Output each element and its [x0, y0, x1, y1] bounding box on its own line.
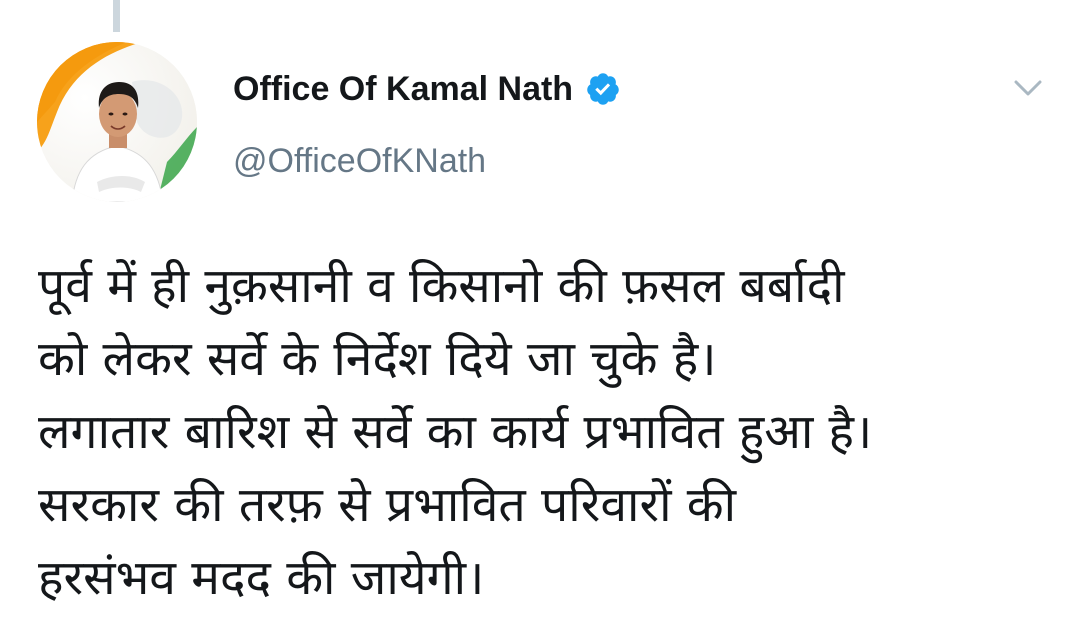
tweet-text-line: लगातार बारिश से सर्वे का कार्य प्रभावित … — [38, 404, 873, 460]
chevron-down-icon — [1014, 80, 1042, 96]
tweet-text-line: हरसंभव मदद की जायेगी। — [38, 550, 485, 606]
avatar[interactable] — [37, 42, 197, 202]
tweet-text-line: को लेकर सर्वे के निर्देश दिये जा चुके है… — [38, 331, 717, 387]
tweet-text-line: सरकार की तरफ़ से प्रभावित परिवारों की — [38, 477, 737, 533]
author-handle[interactable]: @OfficeOfKNath — [233, 140, 486, 182]
tweet-menu-button[interactable] — [1008, 70, 1048, 106]
thread-connector-line — [113, 0, 120, 32]
verified-badge-icon — [585, 71, 621, 107]
tweet-text: पूर्व में ही नुक़सानी व किसानो की फ़सल ब… — [38, 250, 1058, 615]
profile-photo — [37, 42, 197, 202]
author-display-name[interactable]: Office Of Kamal Nath — [233, 68, 573, 110]
tweet-text-line: पूर्व में ही नुक़सानी व किसानो की फ़सल ब… — [38, 258, 845, 314]
